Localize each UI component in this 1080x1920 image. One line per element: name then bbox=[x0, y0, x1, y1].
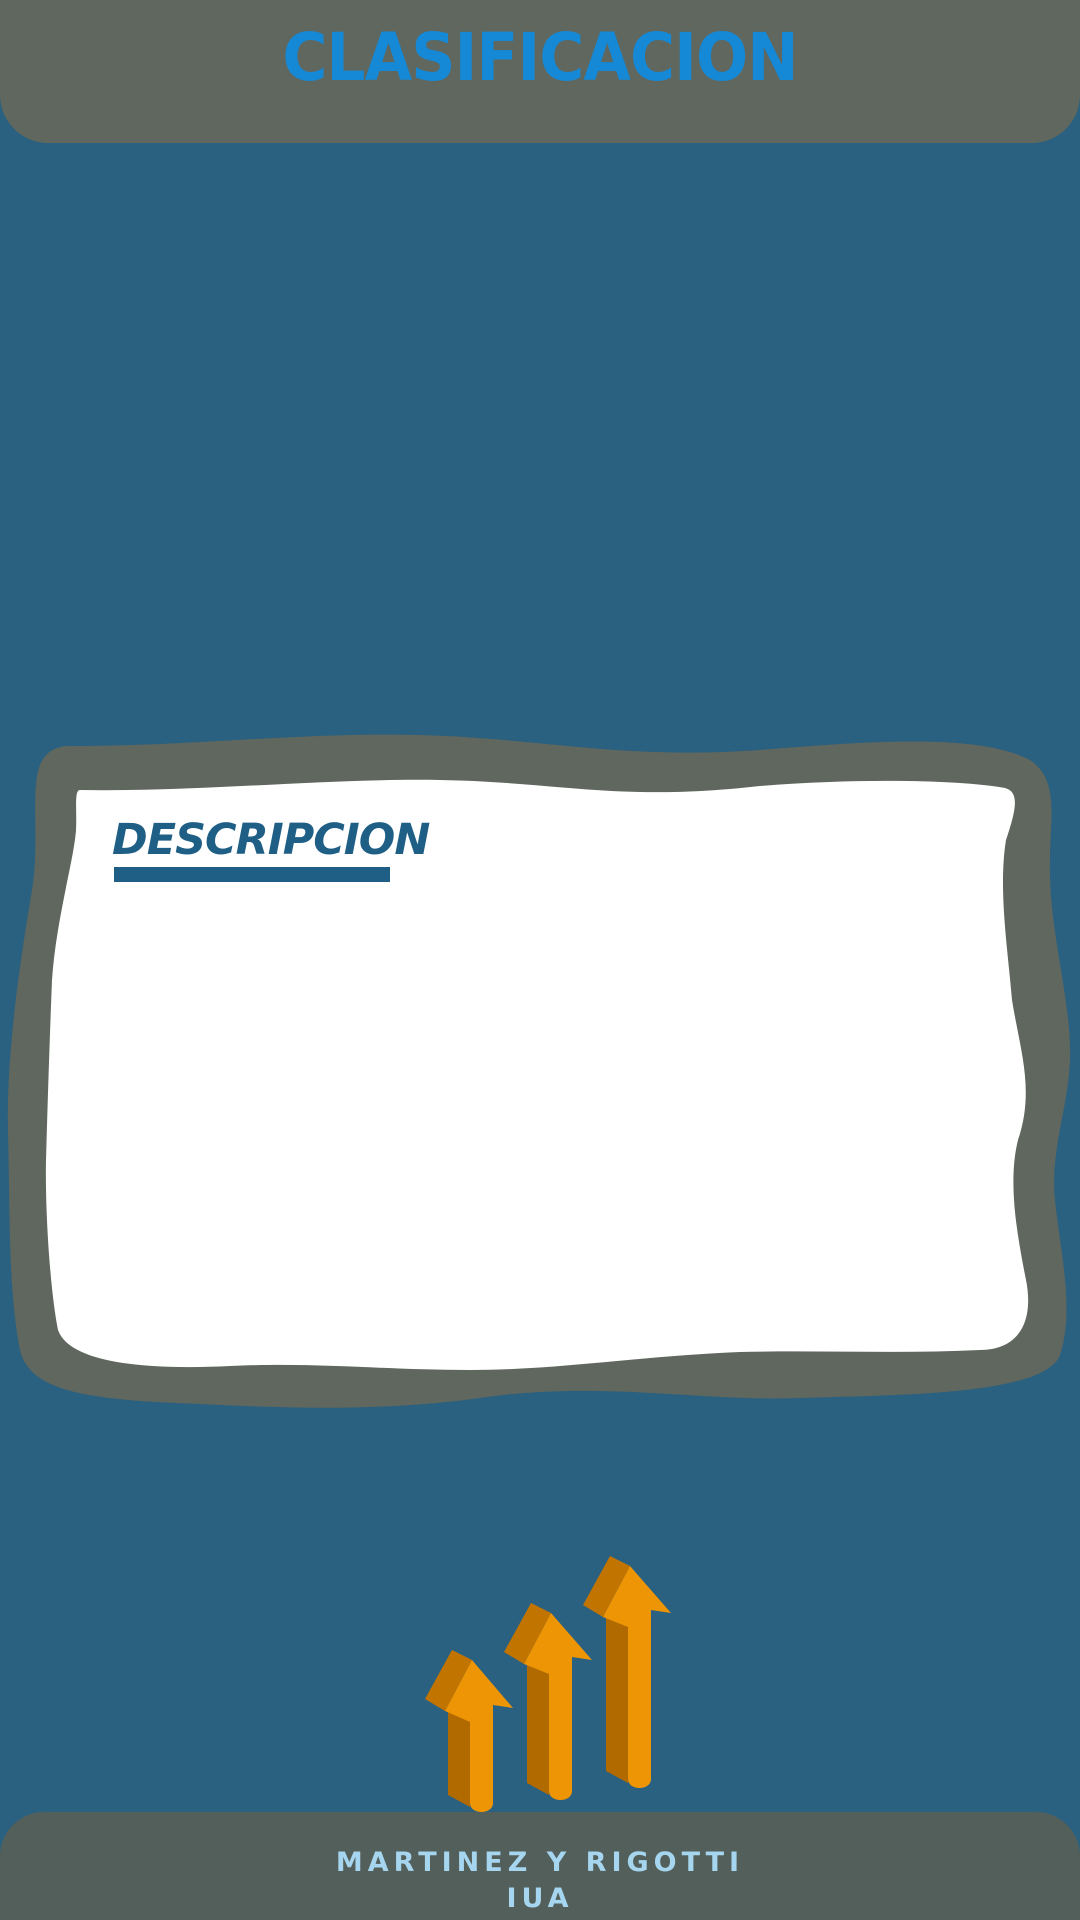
arrow-medium bbox=[504, 1603, 592, 1800]
card-heading-underline bbox=[114, 867, 390, 882]
footer-institution: IUA bbox=[506, 1883, 574, 1914]
arrow-tall bbox=[583, 1556, 671, 1788]
three-rising-arrows-icon bbox=[425, 1556, 671, 1812]
footer-authors: MARTINEZ Y RIGOTTI bbox=[335, 1847, 745, 1878]
arrow-short bbox=[425, 1650, 513, 1812]
card-heading: DESCRIPCION bbox=[112, 815, 430, 865]
page-title: CLASIFICACION bbox=[282, 19, 798, 96]
